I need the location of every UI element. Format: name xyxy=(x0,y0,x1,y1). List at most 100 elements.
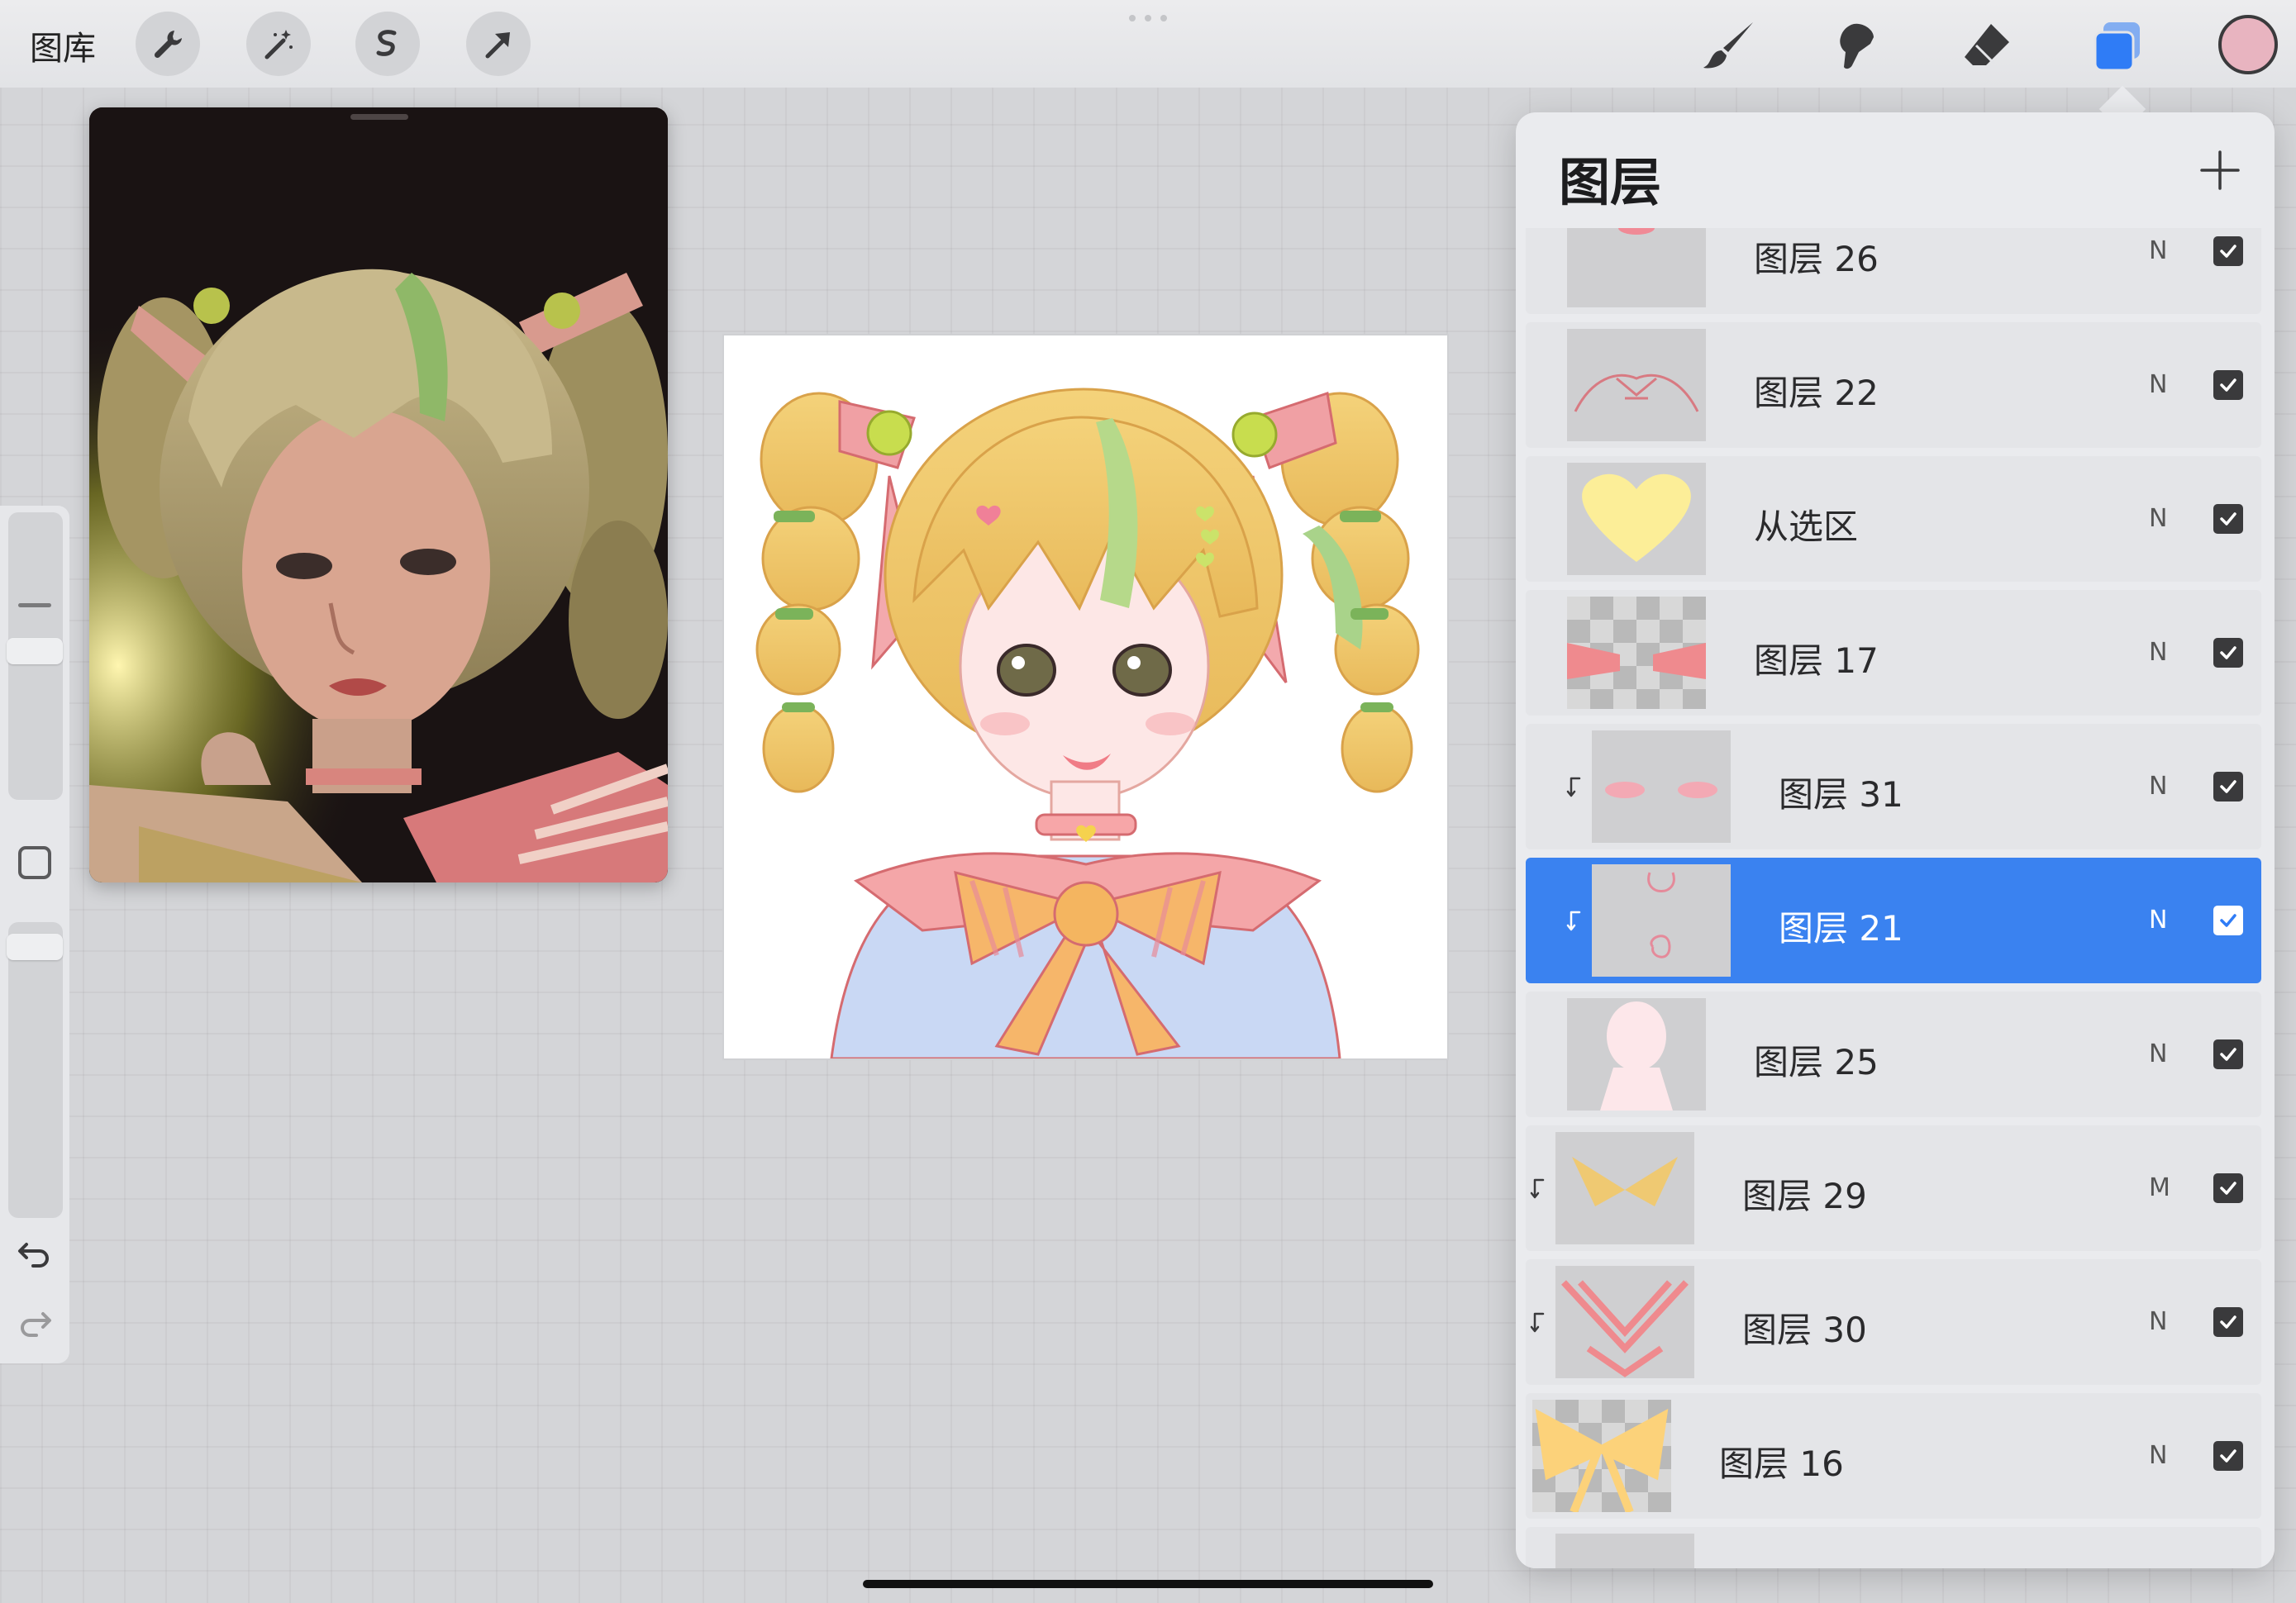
layer-visibility-checkbox[interactable] xyxy=(2213,1307,2243,1337)
layer-thumbnail[interactable] xyxy=(1567,998,1706,1111)
clipping-mask-arrow-icon xyxy=(1530,1312,1545,1333)
layer-thumbnail[interactable] xyxy=(1592,730,1731,843)
blend-mode-button[interactable]: N xyxy=(2149,504,2167,533)
reference-portrait-image xyxy=(89,107,668,882)
layer-thumbnail[interactable] xyxy=(1532,1400,1671,1512)
blend-mode-button[interactable]: N xyxy=(2149,638,2167,667)
transform-arrow-icon xyxy=(485,32,510,59)
layer-visibility-checkbox[interactable] xyxy=(2213,1039,2243,1069)
modify-button[interactable] xyxy=(18,846,51,879)
adjustments-button[interactable] xyxy=(246,12,311,76)
layer-row[interactable]: 图层 31 N xyxy=(1526,724,2261,849)
actions-button[interactable] xyxy=(136,12,200,76)
layer-name: 图层 25 xyxy=(1754,1042,1879,1082)
layer-name: 图层 29 xyxy=(1742,1176,1867,1216)
home-indicator[interactable] xyxy=(863,1580,1433,1588)
layer-thumbnail[interactable] xyxy=(1592,864,1731,977)
eraser-button[interactable] xyxy=(1954,13,2020,79)
layer-thumbnail[interactable] xyxy=(1567,597,1706,709)
layer-visibility-checkbox[interactable] xyxy=(2213,1441,2243,1471)
blend-mode-button[interactable]: N xyxy=(2149,236,2167,265)
brush-size-slider[interactable] xyxy=(7,512,63,800)
layer-name: 图层 26 xyxy=(1754,239,1879,279)
undo-icon[interactable] xyxy=(15,1231,55,1271)
magic-wand-icon xyxy=(264,30,293,59)
drawing-canvas[interactable] xyxy=(724,335,1447,1058)
layer-row[interactable]: 图层 27M xyxy=(1526,1527,2261,1568)
eraser-icon xyxy=(1965,24,2009,65)
layer-visibility-checkbox[interactable] xyxy=(2213,906,2243,935)
layer-name: 图层 21 xyxy=(1779,908,1903,949)
layer-visibility-checkbox[interactable] xyxy=(2213,504,2243,534)
blend-mode-button[interactable]: N xyxy=(2149,906,2167,935)
brush-button[interactable] xyxy=(1696,13,1762,79)
blend-mode-button[interactable]: N xyxy=(2149,370,2167,399)
layer-list: 图层 26 N 图层 22 N 从选区 N 图层 17 N 图层 31 N 图层 21 N 图层 25 N… xyxy=(1516,228,2275,1568)
reference-drag-handle[interactable] xyxy=(350,114,408,120)
checkmark-icon xyxy=(2220,1182,2236,1195)
layers-icon xyxy=(2094,22,2140,72)
brush-size-thumb[interactable] xyxy=(7,638,63,664)
selection-button[interactable] xyxy=(355,12,420,76)
window-grabber[interactable] xyxy=(1129,15,1167,21)
layers-button[interactable] xyxy=(2084,13,2151,79)
blend-mode-button[interactable]: M xyxy=(2149,1173,2170,1202)
canvas-artwork-image xyxy=(724,335,1447,1058)
clipping-mask-arrow-icon xyxy=(1566,777,1581,797)
brush-icon xyxy=(1703,22,1753,69)
selection-icon xyxy=(376,30,397,56)
checkmark-icon xyxy=(2220,512,2236,526)
layer-row[interactable]: 图层 16 N xyxy=(1526,1393,2261,1519)
layers-panel-title: 图层 xyxy=(1559,152,1662,212)
layers-panel: 图层 图层 26 N 图层 22 N 从选区 N 图层 17 N 图层 31 N 图层 21 N 图层 … xyxy=(1516,112,2275,1568)
checkmark-icon xyxy=(2220,646,2236,659)
layer-row[interactable]: 图层 22 N xyxy=(1526,322,2261,448)
layer-row[interactable]: 图层 26 N xyxy=(1526,228,2261,314)
smudge-button[interactable] xyxy=(1825,13,1891,79)
top-toolbar: 图库 xyxy=(0,0,2296,88)
redo-icon[interactable] xyxy=(15,1301,55,1340)
clipping-mask-arrow-icon xyxy=(1530,1178,1545,1199)
checkmark-icon xyxy=(2220,245,2236,258)
layer-row[interactable]: 图层 25 N xyxy=(1526,992,2261,1117)
checkmark-icon xyxy=(2220,1048,2236,1061)
layer-thumbnail[interactable] xyxy=(1555,1534,1694,1568)
checkmark-icon xyxy=(2220,914,2236,927)
blend-mode-button[interactable]: N xyxy=(2149,1441,2167,1470)
checkmark-icon xyxy=(2220,780,2236,793)
color-swatch-button[interactable] xyxy=(2218,15,2278,74)
layer-thumbnail[interactable] xyxy=(1567,228,1706,307)
layer-name: 图层 16 xyxy=(1719,1444,1844,1484)
layer-thumbnail[interactable] xyxy=(1567,329,1706,441)
layer-row[interactable]: 从选区 N xyxy=(1526,456,2261,582)
blend-mode-button[interactable]: N xyxy=(2149,772,2167,801)
layer-name: 图层 22 xyxy=(1754,373,1879,413)
layer-thumbnail[interactable] xyxy=(1567,463,1706,575)
opacity-thumb[interactable] xyxy=(7,934,63,960)
reference-image-window[interactable] xyxy=(89,107,668,882)
layer-visibility-checkbox[interactable] xyxy=(2213,638,2243,668)
layer-name: 从选区 xyxy=(1754,507,1859,547)
layer-row[interactable]: 图层 30 N xyxy=(1526,1259,2261,1385)
layer-name: 图层 17 xyxy=(1754,640,1879,681)
smudge-icon xyxy=(1840,23,1874,69)
layer-visibility-checkbox[interactable] xyxy=(2213,772,2243,802)
gallery-button[interactable]: 图库 xyxy=(30,21,96,69)
blend-mode-button[interactable]: N xyxy=(2149,1307,2167,1336)
left-sidebar xyxy=(0,506,69,1363)
wrench-icon xyxy=(154,31,182,59)
blend-mode-button[interactable]: N xyxy=(2149,1039,2167,1068)
transform-button[interactable] xyxy=(466,12,531,76)
layer-row[interactable]: 图层 21 N xyxy=(1526,858,2261,983)
layer-visibility-checkbox[interactable] xyxy=(2213,236,2243,266)
layer-thumbnail[interactable] xyxy=(1555,1266,1694,1378)
checkmark-icon xyxy=(2220,1315,2236,1329)
layer-row[interactable]: 图层 29 M xyxy=(1526,1125,2261,1251)
layer-visibility-checkbox[interactable] xyxy=(2213,1173,2243,1203)
layer-row[interactable]: 图层 17 N xyxy=(1526,590,2261,716)
plus-icon[interactable] xyxy=(2195,145,2245,195)
layer-visibility-checkbox[interactable] xyxy=(2213,370,2243,400)
opacity-slider[interactable] xyxy=(7,922,63,1218)
layer-thumbnail[interactable] xyxy=(1555,1132,1694,1244)
layer-name: 图层 31 xyxy=(1779,774,1903,815)
